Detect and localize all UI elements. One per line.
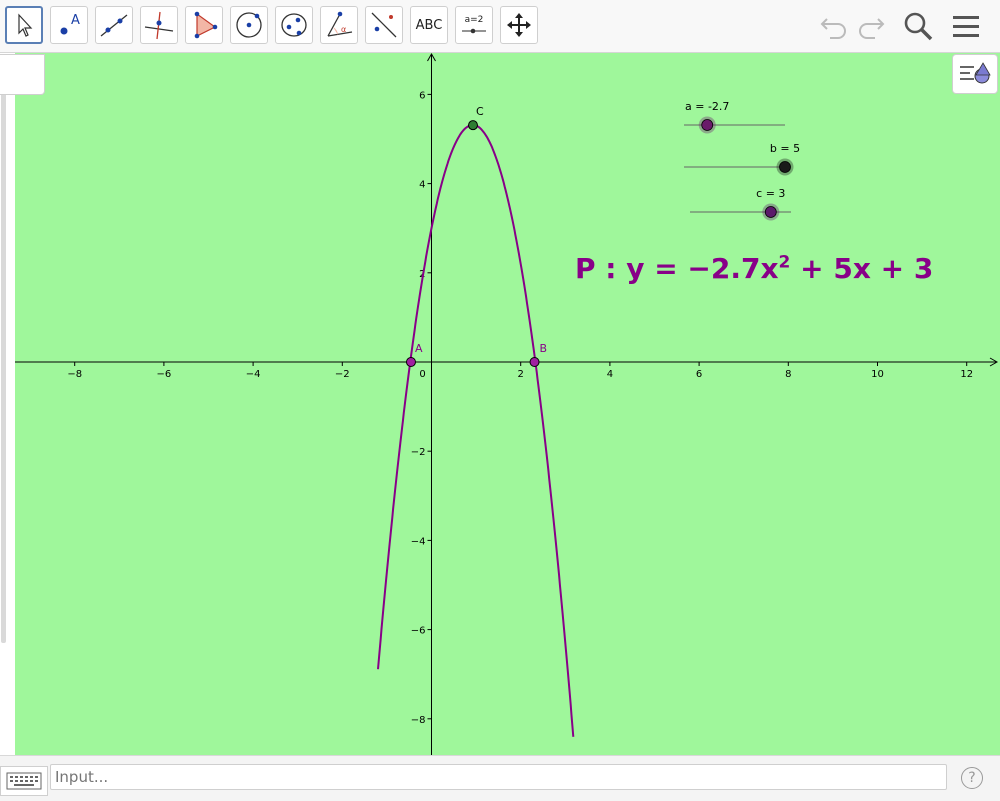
reflect-about-line-icon <box>371 12 397 38</box>
y-tick-label: −2 <box>411 447 426 458</box>
style-bar-icon <box>960 62 991 84</box>
point-c-label: C <box>476 105 484 118</box>
slider-b-handle[interactable] <box>779 161 791 173</box>
algebra-view-edge <box>0 53 15 755</box>
x-tick-label: 8 <box>785 369 791 380</box>
angle-icon: α <box>327 11 353 37</box>
search-button[interactable] <box>900 8 936 44</box>
svg-text:A: A <box>71 13 80 28</box>
parabola-equation-label[interactable]: P : y = −2.7x2 + 5x + 3 <box>575 252 933 285</box>
point-a[interactable] <box>405 357 416 367</box>
undo-button[interactable] <box>816 8 852 44</box>
point-b[interactable] <box>529 357 540 367</box>
move-tool-button[interactable] <box>5 6 43 44</box>
graphics-view[interactable]: −8 −6 −4 −2 0 2 4 6 8 10 12 6 4 2 −2 −4 −6 −8 A B Ca = -2.7 b… <box>15 53 1000 755</box>
main-menu-button[interactable] <box>948 8 984 44</box>
perpendicular-line-tool-button[interactable] <box>140 6 178 44</box>
slider-b-label: b = 5 <box>770 142 800 155</box>
move-graphics-view-tool-button[interactable] <box>500 6 538 44</box>
slider-tool-button[interactable]: a=2 <box>455 6 493 44</box>
input-bar-area: ? <box>0 755 1000 801</box>
point-b-label: B <box>540 342 548 355</box>
equation-lhs: P : y = −2.7x <box>575 252 779 285</box>
point-icon: A <box>60 13 80 35</box>
slider-c-label: c = 3 <box>756 187 785 200</box>
perpendicular-line-icon <box>144 11 174 40</box>
redo-icon <box>859 18 885 39</box>
ellipse-icon <box>281 13 307 37</box>
ellipse-tool-button[interactable] <box>275 6 313 44</box>
angle-tool-button[interactable]: α <box>320 6 358 44</box>
point-tool-button[interactable]: A <box>50 6 88 44</box>
point-c-vertex[interactable] <box>467 120 478 131</box>
slider-tool-icon: a=2 <box>462 15 486 34</box>
y-tick-label: −8 <box>411 715 426 726</box>
polygon-tool-button[interactable] <box>185 6 223 44</box>
x-tick-label: −6 <box>157 369 172 380</box>
search-icon <box>904 12 933 41</box>
y-tick-label: 4 <box>419 180 425 191</box>
x-tick-label: −2 <box>335 369 350 380</box>
slider-a-label: a = -2.7 <box>685 100 729 113</box>
move-arrows-icon <box>507 13 531 37</box>
point-a-label: A <box>415 342 423 355</box>
slider-c-handle[interactable] <box>764 206 777 218</box>
circle-tool-button[interactable] <box>230 6 268 44</box>
x-tick-label: 10 <box>871 369 884 380</box>
x-tick-label: 2 <box>518 369 524 380</box>
parabola-curve[interactable] <box>377 124 575 737</box>
graphics-canvas[interactable]: −8 −6 −4 −2 0 2 4 6 8 10 12 6 4 2 −2 −4 −6 −8 A B C a = -2.7 b… <box>15 53 1000 755</box>
algebra-view-toggle[interactable] <box>0 54 45 95</box>
help-icon[interactable]: ? <box>961 767 983 789</box>
equation-rhs: + 5x + 3 <box>790 252 934 285</box>
circle-icon <box>236 12 262 38</box>
svg-text:α: α <box>341 25 346 34</box>
y-tick-label: −4 <box>411 536 426 547</box>
y-tick-label: −6 <box>411 626 426 637</box>
x-tick-label: −8 <box>67 369 82 380</box>
x-tick-label: 12 <box>960 369 973 380</box>
polygon-icon <box>194 11 218 39</box>
text-tool-button[interactable]: ABC <box>410 6 448 44</box>
x-tick-label: −4 <box>246 369 261 380</box>
style-bar-toggle-button[interactable] <box>952 54 998 94</box>
line-icon <box>100 14 128 37</box>
redo-button[interactable] <box>853 8 889 44</box>
keyboard-toggle-button[interactable] <box>0 766 48 796</box>
x-tick-label: 4 <box>607 369 613 380</box>
keyboard-icon <box>6 772 42 790</box>
y-tick-label: 6 <box>419 90 425 101</box>
equation-exponent: 2 <box>778 252 791 273</box>
toolbar: A α ABC a=2 <box>0 0 1000 53</box>
slider-a-handle[interactable] <box>701 119 714 131</box>
text-tool-icon: ABC <box>415 17 443 33</box>
undo-icon <box>820 18 846 39</box>
menu-icon <box>953 16 979 37</box>
algebra-scrollbar[interactable] <box>1 93 6 643</box>
origin-label: 0 <box>419 369 425 380</box>
svg-text:a=2: a=2 <box>465 15 484 25</box>
cursor-arrow-icon <box>18 13 33 37</box>
input-bar-field[interactable] <box>50 764 947 790</box>
x-tick-label: 6 <box>696 369 702 380</box>
line-tool-button[interactable] <box>95 6 133 44</box>
reflect-tool-button[interactable] <box>365 6 403 44</box>
